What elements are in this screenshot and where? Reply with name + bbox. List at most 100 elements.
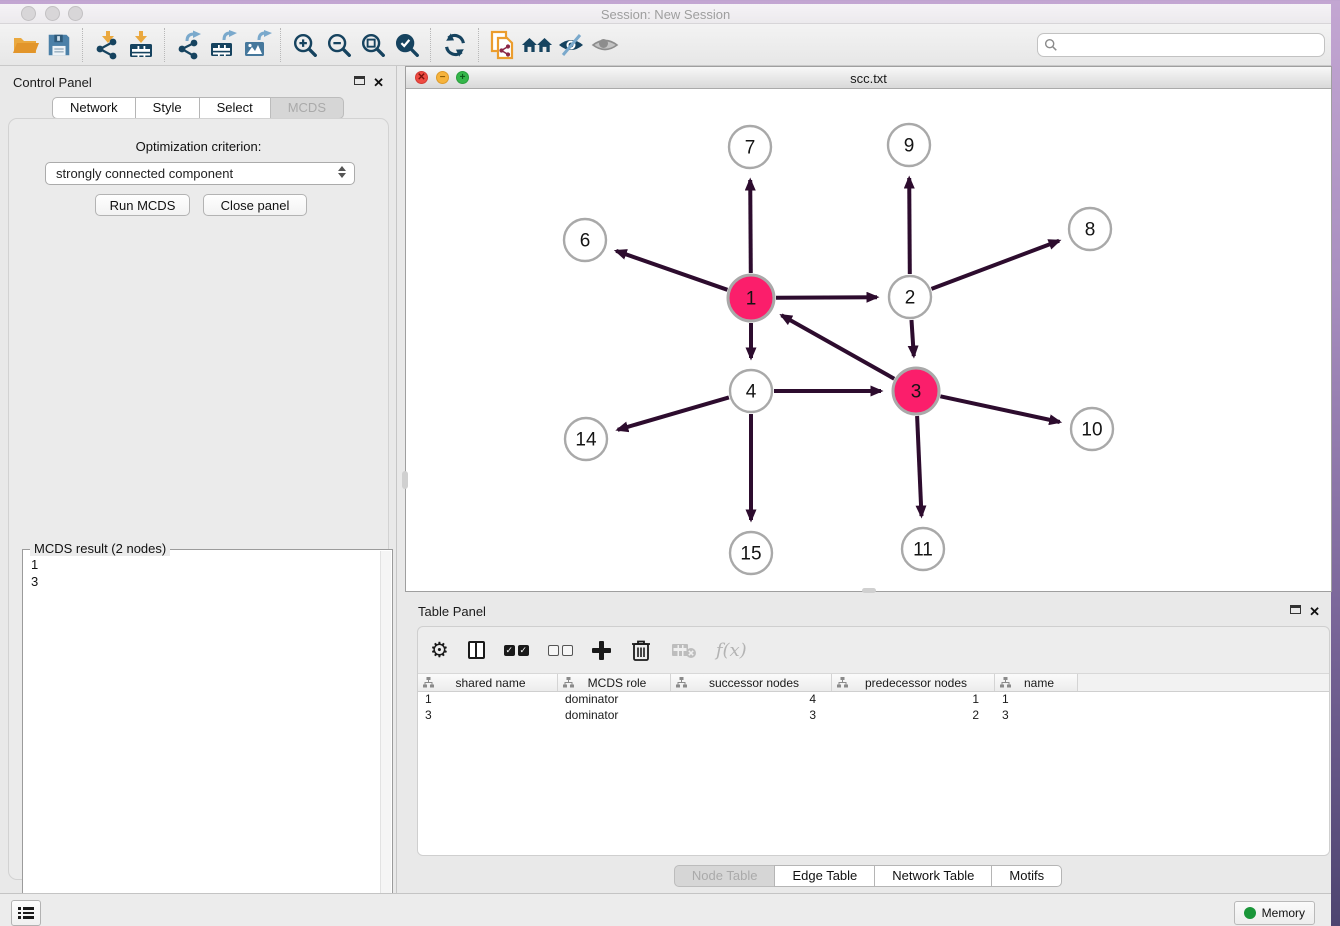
column-header-MCDS-role[interactable]: MCDS role (558, 674, 671, 691)
table-cell[interactable]: dominator (558, 692, 671, 708)
graph-edge-2-3[interactable] (912, 320, 914, 356)
add-column-button[interactable] (592, 641, 611, 660)
tab-edge-table[interactable]: Edge Table (774, 865, 875, 887)
export-network-button[interactable] (172, 28, 206, 62)
table-row[interactable]: 3dominator323 (418, 708, 1329, 724)
graph-edge-3-10[interactable] (940, 396, 1059, 422)
delete-column-button[interactable] (630, 638, 652, 662)
graph-node-label-10: 10 (1081, 420, 1102, 441)
splitter-grip-vertical[interactable] (402, 471, 408, 489)
tab-style[interactable]: Style (135, 97, 200, 119)
zoom-fit-icon (359, 31, 387, 59)
table-cell[interactable]: 1 (832, 692, 995, 708)
show-all-button[interactable] (588, 28, 622, 62)
column-header-successor-nodes[interactable]: successor nodes (671, 674, 832, 691)
tab-select[interactable]: Select (199, 97, 271, 119)
export-table-button[interactable] (206, 28, 240, 62)
memory-button[interactable]: Memory (1234, 901, 1315, 925)
graph-edge-2-9[interactable] (909, 178, 910, 274)
table-cell[interactable]: 3 (671, 708, 832, 724)
first-neighbors-button[interactable] (520, 28, 554, 62)
import-network-icon (92, 30, 122, 60)
table-cell[interactable]: 2 (832, 708, 995, 724)
table-cell[interactable]: 3 (418, 708, 558, 724)
close-panel-icon[interactable]: ✕ (373, 77, 384, 88)
optimization-criterion-label: Optimization criterion: (9, 139, 388, 154)
zoom-in-button[interactable] (288, 28, 322, 62)
control-panel-title: Control Panel (13, 75, 92, 90)
graph-node-label-2: 2 (905, 288, 916, 309)
network-canvas[interactable]: 7968124314101511 (406, 89, 1331, 591)
import-network-button[interactable] (90, 28, 124, 62)
columns-icon (468, 641, 485, 659)
column-header-name[interactable]: name (995, 674, 1078, 691)
open-session-button[interactable] (8, 28, 42, 62)
toolbar-separator (158, 28, 165, 62)
mcds-result-box: MCDS result (2 nodes) 13 (22, 549, 393, 926)
criterion-dropdown[interactable]: strongly connected component (45, 162, 355, 185)
graph-edge-3-11[interactable] (917, 416, 921, 516)
control-panel: Control Panel ✕ NetworkStyleSelectMCDS O… (0, 66, 397, 893)
toolbar-separator (424, 28, 431, 62)
graph-edge-1-2[interactable] (776, 297, 877, 298)
hide-selected-button[interactable] (554, 28, 588, 62)
close-panel-button[interactable]: Close panel (203, 194, 307, 216)
float-table-panel-icon[interactable] (1290, 605, 1301, 614)
column-header-shared-name[interactable]: shared name (418, 674, 558, 691)
eye-icon (590, 30, 620, 60)
run-mcds-button[interactable]: Run MCDS (95, 194, 190, 216)
task-history-button[interactable] (11, 900, 41, 926)
select-all-columns-button[interactable]: ✓✓ (504, 645, 529, 656)
criterion-value: strongly connected component (56, 166, 233, 181)
graph-edge-1-6[interactable] (616, 251, 727, 290)
column-header-label: shared name (434, 676, 557, 690)
graph-edge-4-14[interactable] (618, 397, 729, 429)
table-cell[interactable]: 4 (671, 692, 832, 708)
graph-edge-1-7[interactable] (750, 180, 751, 273)
splitter-grip-horizontal[interactable] (862, 588, 876, 593)
export-image-button[interactable] (240, 28, 274, 62)
table-cell[interactable]: dominator (558, 708, 671, 724)
unchecked-box-icon (562, 645, 573, 656)
graph-edge-3-1[interactable] (782, 315, 895, 379)
close-panel-label: Close panel (221, 198, 290, 213)
column-flow-icon (563, 677, 574, 688)
column-header-label: predecessor nodes (848, 676, 994, 690)
tab-mcds[interactable]: MCDS (270, 97, 344, 119)
network-graph[interactable]: 7968124314101511 (406, 89, 1331, 591)
tab-network[interactable]: Network (52, 97, 136, 119)
clone-network-button[interactable] (486, 28, 520, 62)
show-column-panel-button[interactable] (468, 641, 485, 659)
float-panel-icon[interactable] (354, 76, 365, 85)
import-table-button[interactable] (124, 28, 158, 62)
table-settings-button[interactable]: ⚙ (430, 640, 449, 660)
result-scrollbar[interactable] (380, 551, 391, 925)
plus-icon (592, 641, 611, 660)
houses-icon (521, 30, 553, 60)
toolbar-separator (472, 28, 479, 62)
graph-edge-2-8[interactable] (932, 241, 1060, 289)
app-window: Session: New Session (0, 4, 1331, 926)
tab-network-table[interactable]: Network Table (874, 865, 992, 887)
search-input[interactable] (1062, 38, 1318, 52)
zoom-out-button[interactable] (322, 28, 356, 62)
table-panel-title: Table Panel (418, 604, 486, 619)
tab-node-table[interactable]: Node Table (674, 865, 776, 887)
zoom-fit-button[interactable] (356, 28, 390, 62)
table-cell[interactable]: 3 (995, 708, 1078, 724)
table-row[interactable]: 1dominator411 (418, 692, 1329, 708)
apply-layout-button[interactable] (438, 28, 472, 62)
save-session-button[interactable] (42, 28, 76, 62)
search-box[interactable] (1037, 33, 1325, 57)
unselect-all-columns-button[interactable] (548, 645, 573, 656)
table-cell[interactable]: 1 (995, 692, 1078, 708)
table-cell[interactable]: 1 (418, 692, 558, 708)
checked-box-icon: ✓ (518, 645, 529, 656)
column-header-predecessor-nodes[interactable]: predecessor nodes (832, 674, 995, 691)
close-table-panel-icon[interactable]: ✕ (1309, 606, 1320, 617)
network-window-titlebar[interactable]: ✕ − + scc.txt (406, 67, 1331, 89)
function-builder-button-disabled: f(x) (716, 640, 747, 661)
window-titlebar: Session: New Session (0, 4, 1331, 24)
zoom-selected-button[interactable] (390, 28, 424, 62)
tab-motifs[interactable]: Motifs (991, 865, 1062, 887)
